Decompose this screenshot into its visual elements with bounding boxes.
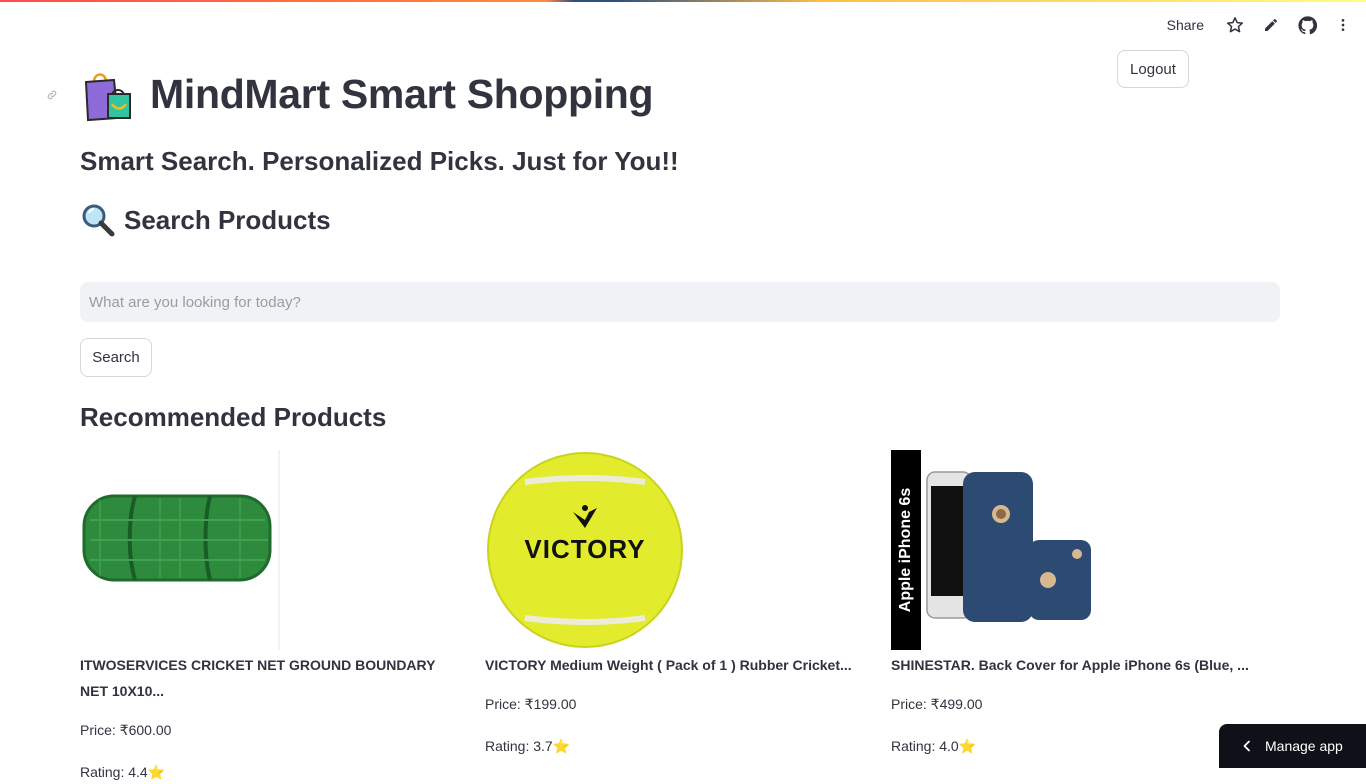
share-button[interactable]: Share [1161, 17, 1210, 33]
chevron-left-icon [1241, 740, 1253, 752]
product-name[interactable]: ITWOSERVICES CRICKET NET GROUND BOUNDARY… [80, 652, 458, 704]
product-name[interactable]: SHINESTAR. Back Cover for Apple iPhone 6… [891, 652, 1269, 678]
product-price: Price: ₹199.00 [485, 696, 577, 712]
product-rating: Rating: 4.4⭐ [80, 764, 166, 780]
github-icon[interactable] [1296, 14, 1318, 36]
cricket-net-image[interactable] [80, 450, 280, 650]
product-rating: Rating: 4.0⭐ [891, 738, 977, 754]
page-title: MindMart Smart Shopping [150, 70, 654, 117]
search-section-header: Search Products [80, 202, 331, 238]
link-anchor-icon[interactable] [47, 90, 57, 102]
manage-app-label: Manage app [1265, 738, 1343, 754]
logout-button[interactable]: Logout [1117, 50, 1189, 88]
manage-app-button[interactable]: Manage app [1219, 724, 1366, 768]
page-tagline: Smart Search. Personalized Picks. Just f… [80, 146, 679, 176]
product-price: Price: ₹499.00 [891, 696, 983, 712]
more-vert-icon[interactable] [1332, 14, 1354, 36]
phone-cover-image[interactable]: Apple iPhone 6s [891, 450, 1091, 650]
tennis-ball-image[interactable]: VICTORY [485, 450, 685, 650]
phone-label-text: Apple iPhone 6s [897, 487, 914, 613]
shopping-bags-icon [80, 66, 136, 122]
product-card: Apple iPhone 6s SHINESTAR. Back Cover fo… [891, 450, 1271, 758]
search-input[interactable] [80, 282, 1280, 322]
recommended-title: Recommended Products [80, 402, 387, 432]
search-button[interactable]: Search [80, 338, 152, 377]
product-card: ITWOSERVICES CRICKET NET GROUND BOUNDARY… [80, 450, 460, 784]
pencil-icon[interactable] [1260, 14, 1282, 36]
app-toolbar: Share [1161, 12, 1354, 38]
top-decoration-bar [0, 0, 1366, 2]
magnifying-glass-icon [80, 202, 116, 238]
search-section-title: Search Products [124, 204, 331, 235]
product-card: VICTORY VICTORY Medium Weight ( Pack of … [485, 450, 865, 758]
star-icon[interactable] [1224, 14, 1246, 36]
product-price: Price: ₹600.00 [80, 722, 172, 738]
ball-brand-text: VICTORY [524, 534, 646, 564]
product-rating: Rating: 3.7⭐ [485, 738, 571, 754]
page-title-row: MindMart Smart Shopping [80, 66, 654, 122]
product-name[interactable]: VICTORY Medium Weight ( Pack of 1 ) Rubb… [485, 652, 863, 678]
